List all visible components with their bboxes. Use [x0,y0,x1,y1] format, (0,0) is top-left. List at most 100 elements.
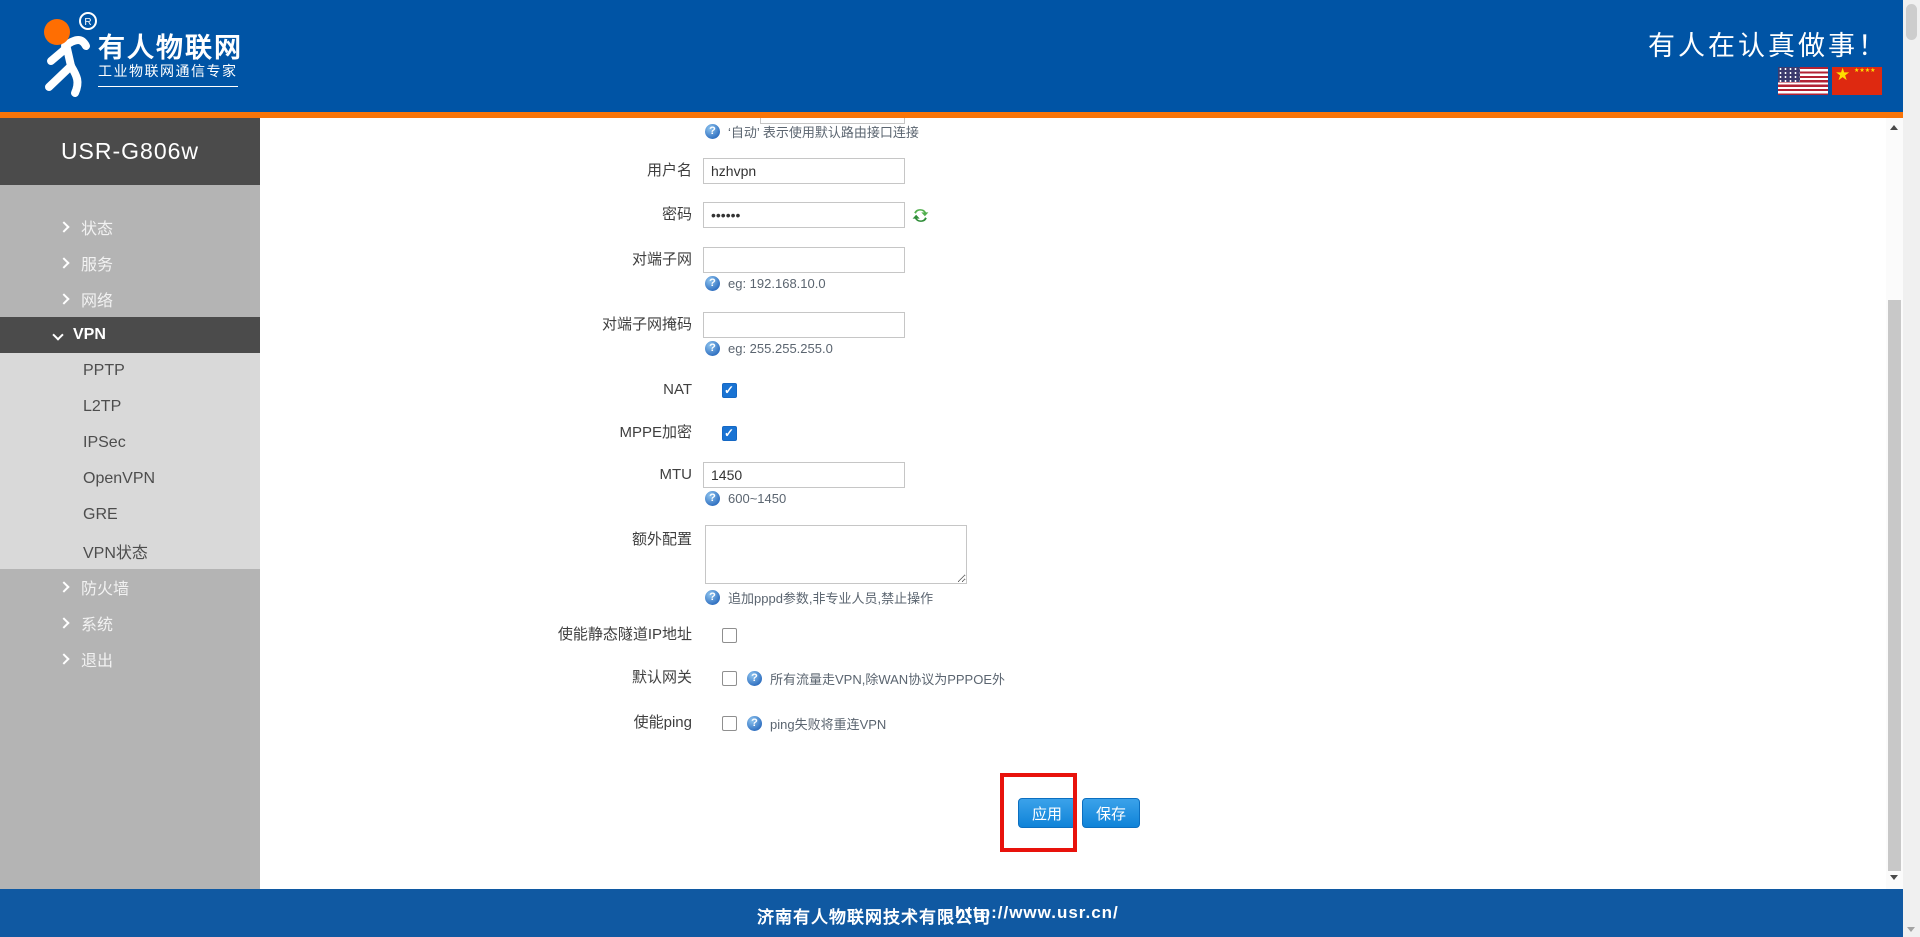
enable-ping-label: 使能ping [260,713,692,733]
sidebar-item-label: PPTP [83,362,125,380]
sidebar-item-label: L2TP [83,398,121,416]
extra-config-textarea[interactable] [705,525,967,584]
sidebar-item-label: IPSec [83,434,126,452]
apply-button[interactable]: 应用 [1018,798,1076,828]
sidebar-item-vpn[interactable]: VPN [0,317,260,353]
sidebar-item-label: 服务 [81,251,113,275]
sidebar-item-vpn-status[interactable]: VPN状态 [0,533,260,569]
info-icon [747,671,762,686]
china-flag-icon[interactable] [1832,67,1882,95]
enable-ping-checkbox[interactable] [722,716,737,731]
header-slogan: 有人在认真做事！ [1648,24,1888,63]
peer-subnet-label: 对端子网 [260,250,692,270]
page-scrollbar-thumb[interactable] [1906,4,1917,40]
sidebar-item-label: VPN [73,326,106,344]
mppe-checkbox[interactable] [722,426,737,441]
content-scrollbar-thumb[interactable] [1888,300,1901,871]
sidebar-item-openvpn[interactable]: OpenVPN [0,461,260,497]
peer-subnet-hint: eg: 192.168.10.0 [705,274,826,292]
hint-text: ‘自动’ 表示使用默认路由接口连接 [728,122,919,141]
scroll-up-arrow-icon[interactable] [1890,125,1898,130]
mtu-label: MTU [260,465,692,485]
nat-label: NAT [260,380,692,400]
sidebar-item-ipsec[interactable]: IPSec [0,425,260,461]
sidebar-item-label: 退出 [81,647,113,671]
username-label: 用户名 [260,161,692,181]
page-scrollbar[interactable] [1903,0,1920,937]
extra-config-hint: 追加pppd参数,非专业人员,禁止操作 [705,588,933,606]
sidebar-item-logout[interactable]: 退出 [0,641,260,677]
hint-text: ping失败将重连VPN [770,714,886,733]
password-refresh-icon[interactable] [911,206,930,225]
default-gateway-hint: 所有流量走VPN,除WAN协议为PPPOE外 [747,669,1005,687]
usr-logo-icon: R [24,8,102,106]
info-icon [705,341,720,356]
brand-tagline: 工业物联网通信专家 [98,61,238,87]
sidebar-item-label: 状态 [81,215,113,239]
password-input[interactable] [703,202,905,228]
mtu-hint: 600~1450 [705,489,786,507]
sidebar-item-label: GRE [83,506,118,524]
hint-text: 所有流量走VPN,除WAN协议为PPPOE外 [770,669,1005,688]
chevron-right-icon [58,653,69,664]
chevron-right-icon [58,617,69,628]
scroll-down-arrow-icon[interactable] [1907,927,1915,932]
info-icon [705,276,720,291]
enable-ping-hint: ping失败将重连VPN [747,714,886,732]
password-label: 密码 [260,205,692,225]
sidebar-item-label: 系统 [81,611,113,635]
sidebar-item-services[interactable]: 服务 [0,245,260,281]
chevron-down-icon [52,329,63,340]
info-icon [705,491,720,506]
sidebar-item-network[interactable]: 网络 [0,281,260,317]
sidebar-item-pptp[interactable]: PPTP [0,353,260,389]
sidebar-item-system[interactable]: 系统 [0,605,260,641]
hint-text: 追加pppd参数,非专业人员,禁止操作 [728,588,933,607]
peer-mask-hint: eg: 255.255.255.0 [705,339,833,357]
info-icon [705,590,720,605]
footer-url-link[interactable]: http://www.usr.cn/ [955,903,1119,923]
mtu-input[interactable] [703,462,905,488]
hint-text: eg: 192.168.10.0 [728,276,826,291]
sidebar-item-firewall[interactable]: 防火墙 [0,569,260,605]
hint-text: 600~1450 [728,491,786,506]
pptp-form: ‘自动’ 表示使用默认路由接口连接 用户名 密码 对端子网 eg: 192.16… [260,118,1886,889]
sidebar: USR-G806w 状态 服务 网络 VPN PPTP L2TP IPSec O… [0,118,260,889]
footer: 济南有人物联网技术有限公司 http://www.usr.cn/ [0,889,1903,937]
pptp-settings-page: R 有人物联网 工业物联网通信专家 有人在认真做事！ USR-G806w 状态 … [0,0,1920,937]
peer-mask-label: 对端子网掩码 [260,315,692,335]
peer-subnet-input[interactable] [703,247,905,273]
hint-text: eg: 255.255.255.0 [728,341,833,356]
us-flag-icon[interactable] [1778,67,1828,95]
sidebar-item-l2tp[interactable]: L2TP [0,389,260,425]
content-scrollbar[interactable] [1886,118,1903,889]
brand-name: 有人物联网 [98,26,243,65]
chevron-right-icon [58,581,69,592]
interface-hint: ‘自动’ 表示使用默认路由接口连接 [705,122,919,140]
sidebar-item-status[interactable]: 状态 [0,209,260,245]
default-gateway-checkbox[interactable] [722,671,737,686]
reg-mark: R [84,17,91,28]
static-tunnel-ip-checkbox[interactable] [722,628,737,643]
peer-mask-input[interactable] [703,312,905,338]
nat-checkbox[interactable] [722,383,737,398]
scroll-down-arrow-icon[interactable] [1890,875,1898,880]
static-tunnel-ip-label: 使能静态隧道IP地址 [260,625,692,645]
top-header: R 有人物联网 工业物联网通信专家 有人在认真做事！ [0,0,1903,112]
info-icon [705,124,720,139]
sidebar-item-label: VPN状态 [83,539,148,563]
extra-config-label: 额外配置 [260,530,692,550]
info-icon [747,716,762,731]
chevron-right-icon [58,293,69,304]
device-model-title: USR-G806w [0,118,260,185]
mppe-label: MPPE加密 [260,423,692,443]
chevron-right-icon [58,257,69,268]
sidebar-item-label: OpenVPN [83,470,155,488]
sidebar-item-gre[interactable]: GRE [0,497,260,533]
username-input[interactable] [703,158,905,184]
sidebar-menu: 状态 服务 网络 VPN PPTP L2TP IPSec OpenVPN GRE… [0,209,260,677]
sidebar-item-label: 防火墙 [81,575,129,599]
save-button[interactable]: 保存 [1082,798,1140,828]
chevron-right-icon [58,221,69,232]
default-gateway-label: 默认网关 [260,668,692,688]
